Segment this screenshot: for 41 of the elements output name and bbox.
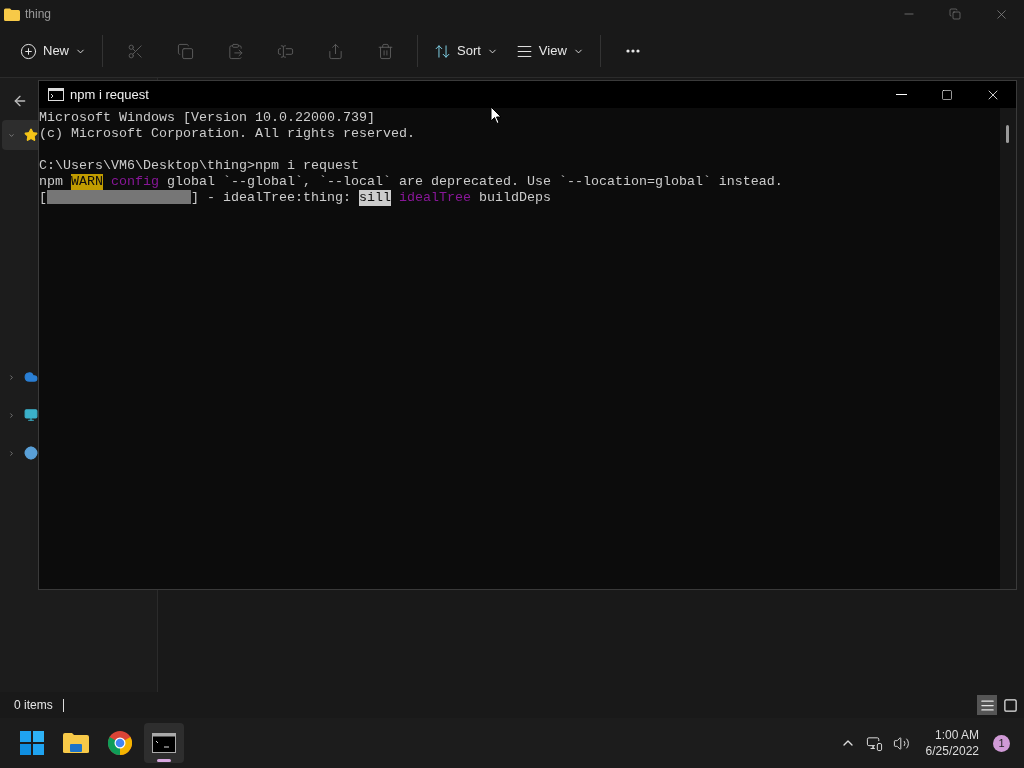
scrollbar-thumb[interactable]	[1006, 125, 1009, 143]
view-button[interactable]: View	[507, 34, 592, 68]
cloud-icon	[24, 370, 38, 384]
windows-logo-icon	[20, 731, 44, 755]
terminal-text: C:\Users\VM6\Desktop\thing>npm i request	[39, 158, 359, 174]
terminal-text: Microsoft Windows [Version 10.0.22000.739]	[39, 110, 375, 126]
terminal-text: global `--global`, `--local` are deprecated. Use `--location=global` instead.	[166, 174, 783, 190]
minimize-icon	[895, 94, 907, 95]
terminal-text: idealTree	[397, 190, 471, 206]
terminal-text: [	[39, 190, 47, 206]
tile-icon	[1002, 697, 1018, 713]
terminal-text: npm	[39, 174, 64, 190]
clock[interactable]: 1:00 AM 6/25/2022	[925, 727, 979, 759]
new-button[interactable]: New	[12, 34, 94, 68]
item-count: 0 items	[14, 697, 53, 714]
nav-item[interactable]	[2, 120, 38, 150]
monitor-icon	[24, 408, 38, 422]
window-title: npm i request	[70, 85, 149, 104]
folder-icon	[63, 732, 89, 754]
terminal-text: buildDeps	[477, 190, 551, 206]
console-icon	[152, 733, 176, 753]
terminal-text: (c) Microsoft Corporation. All rights reserved.	[39, 126, 415, 142]
terminal-text: config	[110, 174, 159, 190]
terminal-text: ] - idealTree:thing:	[191, 190, 352, 206]
restore-icon	[949, 8, 961, 20]
list-icon	[979, 697, 995, 713]
window-title: thing	[25, 6, 52, 23]
notification-badge[interactable]: 1	[993, 734, 1010, 752]
sort-button[interactable]: Sort	[426, 34, 506, 68]
chrome-icon	[108, 731, 132, 755]
folder-icon	[4, 7, 20, 21]
highlighted-text: sill	[358, 190, 391, 206]
volume-icon[interactable]	[892, 734, 910, 752]
warning-label: WARN	[71, 174, 103, 190]
scrollbar[interactable]	[1000, 108, 1016, 589]
details-view-button[interactable]	[977, 695, 997, 715]
star-icon	[24, 128, 38, 142]
maximize-icon	[941, 88, 953, 101]
active-indicator	[157, 759, 171, 762]
taskbar-app[interactable]	[144, 723, 184, 763]
console-icon	[48, 88, 64, 101]
